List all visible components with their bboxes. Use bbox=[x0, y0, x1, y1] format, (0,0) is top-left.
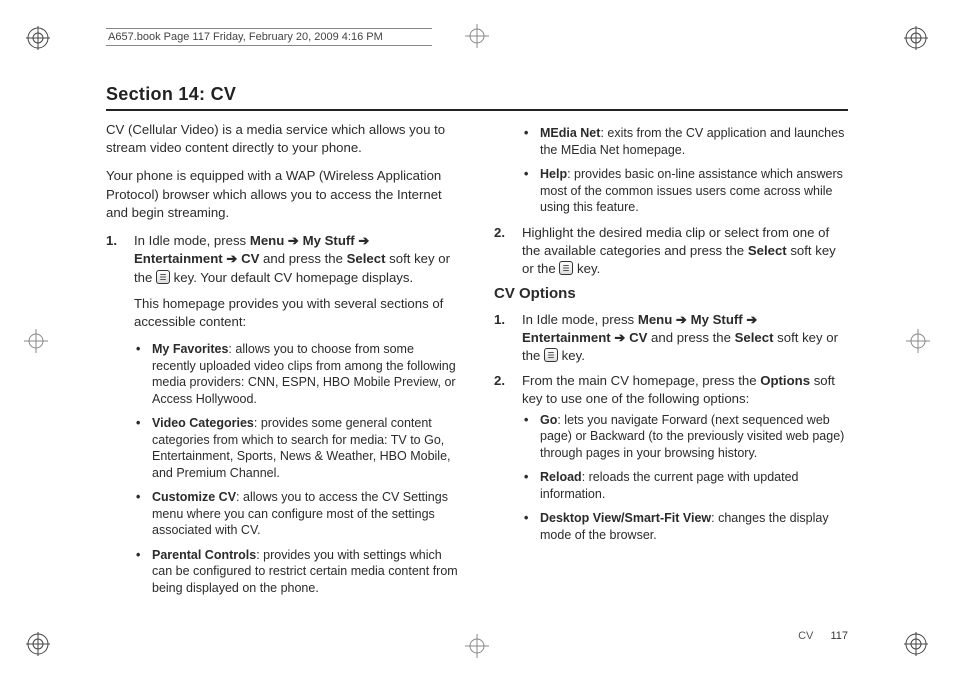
list-item: Go: lets you navigate Forward (next sequ… bbox=[522, 412, 848, 462]
column-right: MEdia Net: exits from the CV application… bbox=[494, 121, 848, 604]
bullets-left: My Favorites: allows you to choose from … bbox=[134, 341, 460, 596]
intro-1: CV (Cellular Video) is a media service w… bbox=[106, 121, 460, 157]
book-meta-text: A657.book Page 117 Friday, February 20, … bbox=[106, 29, 432, 45]
crop-mark-icon bbox=[904, 26, 928, 50]
crop-cross-icon bbox=[463, 22, 491, 50]
list-item: Customize CV: allows you to access the C… bbox=[134, 489, 460, 539]
section-title: Section 14: CV bbox=[106, 84, 848, 105]
cv-options-heading: CV Options bbox=[494, 284, 848, 305]
page-footer: CV 117 bbox=[798, 630, 848, 642]
cvopt-step-2: From the main CV homepage, press the Opt… bbox=[494, 372, 848, 544]
page: A657.book Page 117 Friday, February 20, … bbox=[0, 0, 954, 682]
ok-key-icon bbox=[544, 348, 558, 362]
crop-cross-icon bbox=[463, 632, 491, 660]
list-item: MEdia Net: exits from the CV application… bbox=[522, 125, 848, 158]
step-2: Highlight the desired media clip or sele… bbox=[494, 224, 848, 279]
ok-key-icon bbox=[559, 261, 573, 275]
bullets-right-top: MEdia Net: exits from the CV application… bbox=[494, 125, 848, 216]
crop-cross-icon bbox=[22, 327, 50, 355]
crop-mark-icon bbox=[904, 632, 928, 656]
list-item: Reload: reloads the current page with up… bbox=[522, 469, 848, 502]
crop-cross-icon bbox=[904, 327, 932, 355]
footer-page-number: 117 bbox=[830, 630, 848, 642]
cvopt-step-1: In Idle mode, press Menu ➔ My Stuff ➔ En… bbox=[494, 311, 848, 366]
crop-mark-icon bbox=[26, 26, 50, 50]
footer-section: CV bbox=[798, 630, 813, 642]
list-item: Desktop View/Smart-Fit View: changes the… bbox=[522, 510, 848, 543]
list-item: My Favorites: allows you to choose from … bbox=[134, 341, 460, 407]
intro-2: Your phone is equipped with a WAP (Wirel… bbox=[106, 167, 460, 222]
ok-key-icon bbox=[156, 270, 170, 284]
step-1: In Idle mode, press Menu ➔ My Stuff ➔ En… bbox=[106, 232, 460, 596]
column-left: CV (Cellular Video) is a media service w… bbox=[106, 121, 460, 604]
book-meta: A657.book Page 117 Friday, February 20, … bbox=[106, 28, 432, 46]
bullets-cvopt: Go: lets you navigate Forward (next sequ… bbox=[522, 412, 848, 544]
list-item: Help: provides basic on-line assistance … bbox=[522, 166, 848, 216]
step-1-para2: This homepage provides you with several … bbox=[134, 295, 460, 331]
list-item: Video Categories: provides some general … bbox=[134, 415, 460, 481]
list-item: Parental Controls: provides you with set… bbox=[134, 547, 460, 597]
crop-mark-icon bbox=[26, 632, 50, 656]
content-area: Section 14: CV CV (Cellular Video) is a … bbox=[106, 84, 848, 622]
section-rule bbox=[106, 109, 848, 111]
